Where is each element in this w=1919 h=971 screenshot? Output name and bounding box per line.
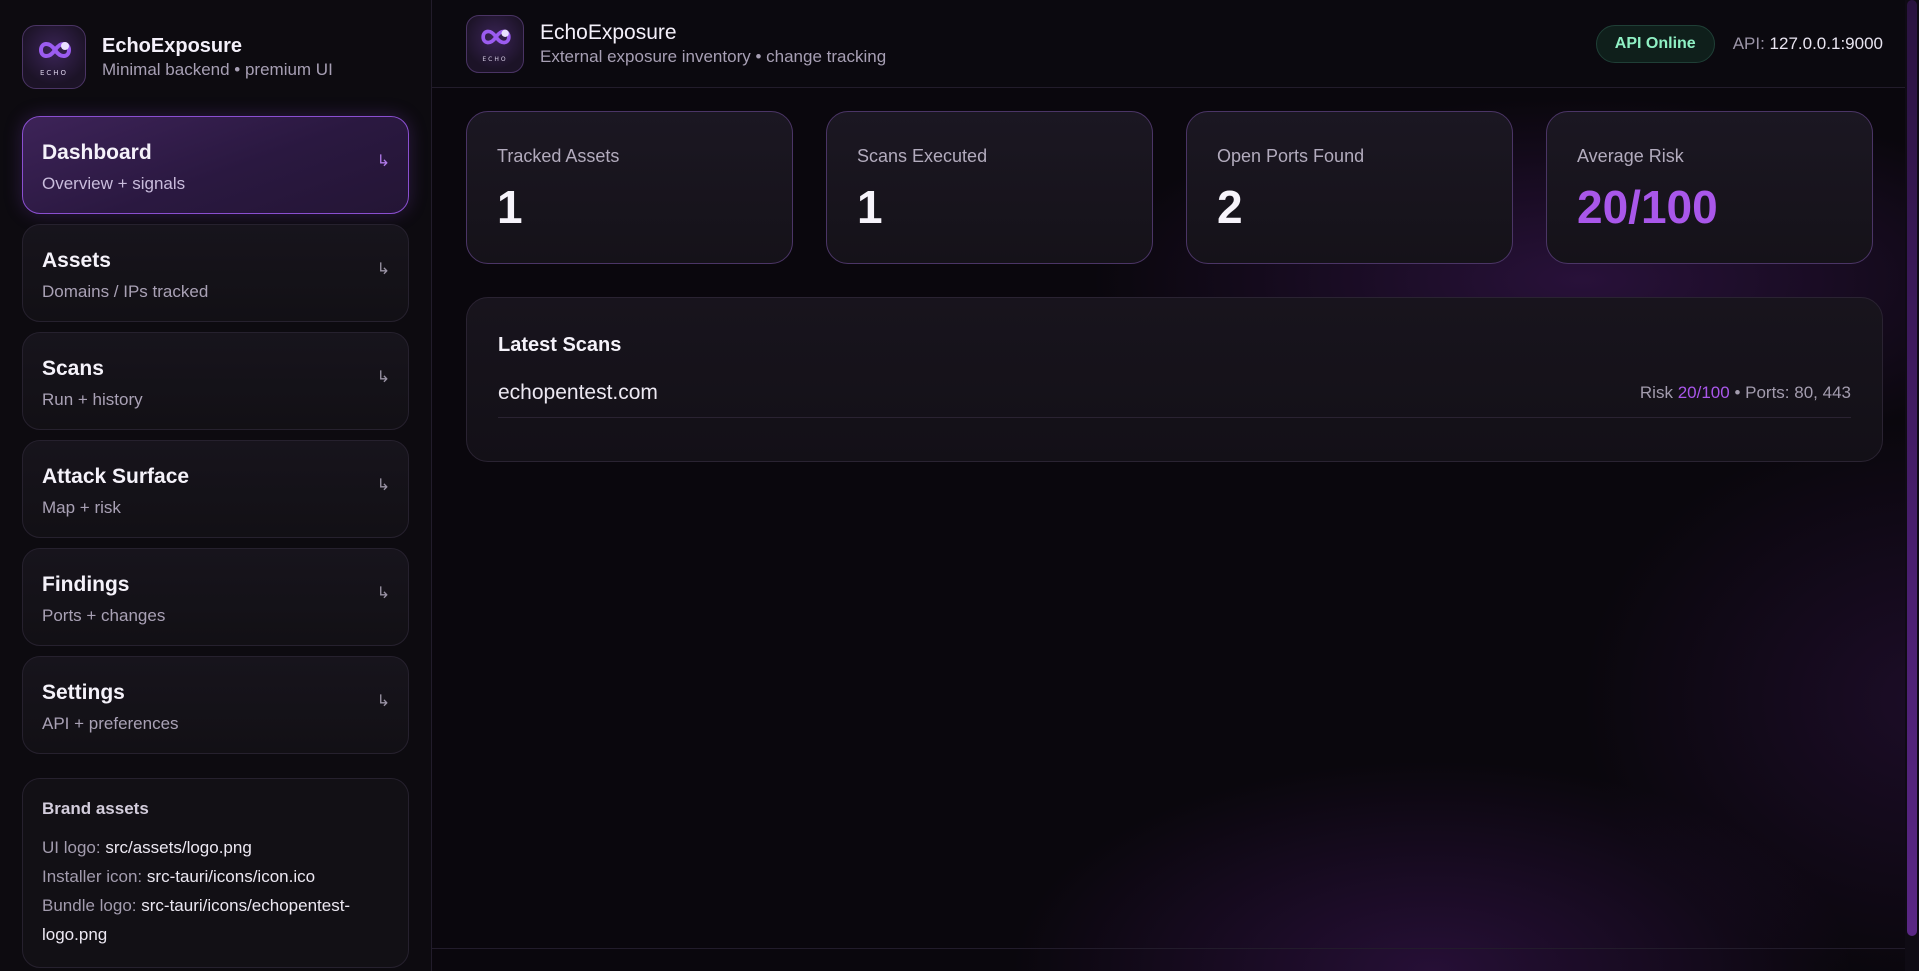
stat-label: Tracked Assets <box>497 146 620 166</box>
main-content: ECHO EchoExposure External exposure inve… <box>432 0 1919 971</box>
brand-assets-card: Brand assets UI logo: src/assets/logo.pn… <box>22 778 409 968</box>
bundle-logo-line: Bundle logo: src-tauri/icons/echopentest… <box>42 891 389 949</box>
sidebar-item-sub: Map + risk <box>42 498 121 517</box>
sidebar-item-findings[interactable]: Findings Ports + changes ↳ <box>22 548 409 646</box>
sidebar-item-sub: Ports + changes <box>42 606 166 625</box>
sidebar-item-label: Assets <box>42 249 111 272</box>
sidebar-item-label: Attack Surface <box>42 465 190 488</box>
sidebar-item-label: Settings <box>42 681 125 704</box>
sidebar-item-scans[interactable]: Scans Run + history ↳ <box>22 332 409 430</box>
latest-scans-title: Latest Scans <box>498 334 622 356</box>
logo-text: ECHO <box>39 69 69 77</box>
risk-value: 20/100 <box>1677 383 1730 402</box>
scrollbar-thumb[interactable] <box>1907 0 1917 936</box>
stat-card-open-ports: Open Ports Found 2 <box>1186 111 1513 264</box>
app-name: EchoExposure <box>102 35 243 57</box>
infinity-logo-icon: ECHO <box>22 25 86 89</box>
scan-row[interactable]: echopentest.com Risk 20/100 • Ports: 80,… <box>498 380 1851 418</box>
installer-icon-line: Installer icon: src-tauri/icons/icon.ico <box>42 862 389 891</box>
ui-logo-label: UI logo: <box>42 838 101 857</box>
scan-meta: Risk 20/100 • Ports: 80, 443 <box>1640 380 1851 406</box>
api-label: API: <box>1732 33 1765 53</box>
top-bar: ECHO EchoExposure External exposure inve… <box>432 0 1919 88</box>
ui-logo-line: UI logo: src/assets/logo.png <box>42 833 389 862</box>
sidebar-item-label: Dashboard <box>42 141 152 164</box>
brand-assets-title: Brand assets <box>42 799 149 818</box>
page-title: EchoExposure <box>540 20 677 44</box>
api-endpoint: API: 127.0.0.1:9000 <box>1733 34 1883 54</box>
app-window: ECHO EchoExposure Minimal backend • prem… <box>0 0 1919 971</box>
sidebar-item-settings[interactable]: Settings API + preferences ↳ <box>22 656 409 754</box>
arrow-return-icon: ↳ <box>376 261 390 278</box>
sidebar-item-sub: Run + history <box>42 390 143 409</box>
sidebar-item-label: Scans <box>42 357 104 380</box>
ui-logo-path: src/assets/logo.png <box>105 838 252 857</box>
scrollbar[interactable] <box>1905 0 1919 971</box>
stat-card-tracked-assets: Tracked Assets 1 <box>466 111 793 264</box>
page-subtitle: External exposure inventory • change tra… <box>540 46 887 66</box>
arrow-return-icon: ↳ <box>376 369 390 386</box>
stat-value: 1 <box>857 181 883 233</box>
sidebar-item-dashboard[interactable]: Dashboard Overview + signals ↳ <box>22 116 409 214</box>
sidebar-item-sub: API + preferences <box>42 714 179 733</box>
risk-label: Risk <box>1639 383 1673 402</box>
sidebar-item-label: Findings <box>42 573 130 596</box>
stats-row: Tracked Assets 1 Scans Executed 1 Open P… <box>432 88 1919 264</box>
ports-label: Ports: <box>1745 383 1790 402</box>
bundle-logo-label: Bundle logo: <box>42 896 137 915</box>
brand: ECHO EchoExposure Minimal backend • prem… <box>22 24 409 90</box>
stat-value: 20/100 <box>1577 181 1718 233</box>
stat-card-scans-executed: Scans Executed 1 <box>826 111 1153 264</box>
app-tagline: Minimal backend • premium UI <box>102 60 333 79</box>
installer-icon-path: src-tauri/icons/icon.ico <box>146 867 316 886</box>
arrow-return-icon: ↳ <box>376 153 390 170</box>
stat-label: Scans Executed <box>857 146 988 166</box>
scan-host: echopentest.com <box>498 381 658 404</box>
ports-value: 80, 443 <box>1794 383 1851 402</box>
arrow-return-icon: ↳ <box>376 585 390 602</box>
stat-label: Open Ports Found <box>1217 146 1365 166</box>
sidebar: ECHO EchoExposure Minimal backend • prem… <box>0 0 432 971</box>
api-status-badge: API Online <box>1595 24 1715 63</box>
separator: • <box>1734 383 1741 402</box>
infinity-logo-icon: ECHO <box>466 14 524 73</box>
stat-value: 1 <box>497 181 523 233</box>
sidebar-item-sub: Domains / IPs tracked <box>42 282 209 301</box>
logo-text: ECHO <box>482 55 508 63</box>
installer-icon-label: Installer icon: <box>42 867 143 886</box>
latest-scans-card: Latest Scans echopentest.com Risk 20/100… <box>466 297 1883 462</box>
arrow-return-icon: ↳ <box>376 477 390 494</box>
sidebar-item-assets[interactable]: Assets Domains / IPs tracked ↳ <box>22 224 409 322</box>
stat-value: 2 <box>1217 181 1243 233</box>
sidebar-item-sub: Overview + signals <box>42 174 186 193</box>
stat-card-average-risk: Average Risk 20/100 <box>1546 111 1873 264</box>
stat-label: Average Risk <box>1577 146 1684 166</box>
footer-divider <box>432 948 1905 949</box>
sidebar-item-attack-surface[interactable]: Attack Surface Map + risk ↳ <box>22 440 409 538</box>
arrow-return-icon: ↳ <box>376 693 390 710</box>
api-value: 127.0.0.1:9000 <box>1769 33 1883 53</box>
